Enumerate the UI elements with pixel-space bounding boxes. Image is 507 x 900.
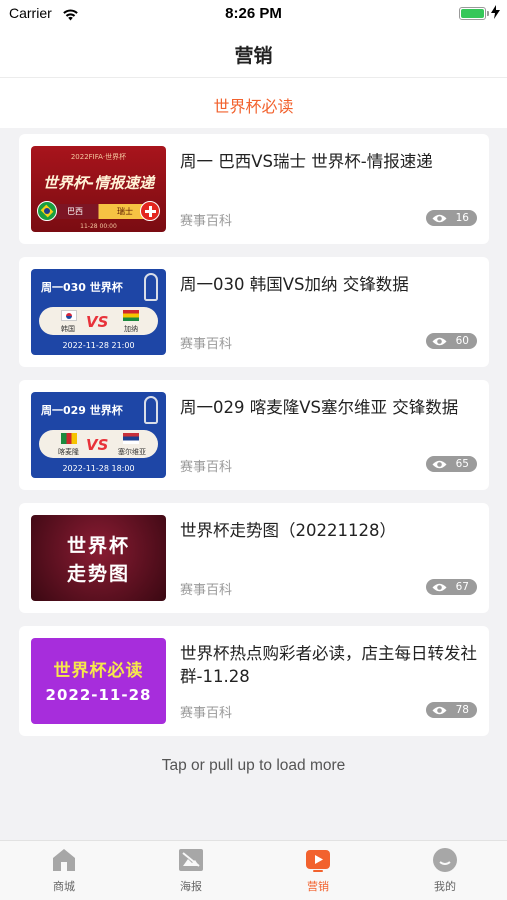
- article-title: 周一 巴西VS瑞士 世界杯-情报速递: [180, 152, 433, 171]
- tab-world-cup-reading[interactable]: 世界杯必读: [0, 93, 507, 117]
- ghana-flag-icon: [123, 310, 139, 321]
- navigation-bar: 营销: [0, 28, 507, 78]
- brazil-flag-icon: [37, 201, 57, 221]
- world-cup-trophy-icon: [144, 396, 158, 424]
- tab-label: 海报: [180, 880, 202, 893]
- eye-icon: [432, 583, 447, 592]
- thumbnail-line-2: 2022-11-28: [45, 686, 152, 704]
- thumbnail-headline: 周一030 世界杯: [41, 281, 123, 294]
- tab-profile[interactable]: 我的: [415, 847, 475, 897]
- thumbnail-line-1: 世界杯: [66, 535, 130, 557]
- thumbnail-team-b: 瑞士: [117, 207, 133, 216]
- article-card[interactable]: 2022FIFA·世界杯 世界杯-情报速递 巴西 瑞士 11-28 00:00 …: [19, 134, 489, 244]
- article-category: 赛事百科: [180, 337, 233, 352]
- view-count-badge: 60: [425, 333, 477, 349]
- tab-label: 商城: [53, 880, 75, 893]
- profile-icon: [432, 847, 458, 873]
- article-card[interactable]: 世界杯 走势图 世界杯走势图（20221128） 赛事百科 67: [19, 503, 489, 613]
- tab-label: 我的: [434, 880, 456, 893]
- article-card[interactable]: 世界杯必读 2022-11-28 世界杯热点购彩者必读，店主每日转发社群-11.…: [19, 626, 489, 736]
- article-list: 2022FIFA·世界杯 世界杯-情报速递 巴西 瑞士 11-28 00:00 …: [19, 134, 489, 749]
- marketing-play-icon: [305, 847, 331, 873]
- versus-label: VS: [86, 436, 109, 454]
- versus-label: VS: [86, 313, 109, 331]
- article-category: 赛事百科: [180, 214, 233, 229]
- load-more-text[interactable]: Tap or pull up to load more: [0, 757, 507, 775]
- view-count: 67: [455, 581, 469, 593]
- view-count-badge: 65: [425, 456, 477, 472]
- article-title: 世界杯热点购彩者必读，店主每日转发社群-11.28: [180, 644, 477, 686]
- thumbnail-top-text: 2022FIFA·世界杯: [70, 153, 127, 161]
- article-category: 赛事百科: [180, 706, 233, 721]
- article-card[interactable]: 周一030 世界杯 VS 韩国 加纳 2022-11-28 21:00 周一03…: [19, 257, 489, 367]
- status-time: 8:26 PM: [225, 5, 282, 22]
- view-count-badge: 67: [425, 579, 477, 595]
- charging-icon: [491, 5, 500, 23]
- eye-icon: [432, 337, 447, 346]
- eye-icon: [432, 214, 447, 223]
- korea-flag-icon: [61, 310, 77, 321]
- article-thumbnail: 世界杯必读 2022-11-28: [31, 638, 166, 724]
- view-count: 16: [455, 212, 469, 224]
- store-icon: [51, 847, 77, 873]
- view-count-badge: 16: [425, 210, 477, 226]
- tab-store[interactable]: 商城: [34, 847, 94, 897]
- thumbnail-team-b: 加纳: [124, 325, 138, 333]
- tab-bar: 商城 海报 营销 我的: [0, 840, 507, 900]
- poster-icon: [178, 847, 204, 873]
- article-card[interactable]: 周一029 世界杯 VS 喀麦隆 塞尔维亚 2022-11-28 18:00 周…: [19, 380, 489, 490]
- cameroon-flag-icon: [61, 433, 77, 444]
- thumbnail-date: 2022-11-28 21:00: [62, 341, 135, 350]
- article-thumbnail: 周一030 世界杯 VS 韩国 加纳 2022-11-28 21:00: [31, 269, 166, 355]
- view-count: 65: [455, 458, 469, 470]
- eye-icon: [432, 460, 447, 469]
- thumbnail-team-a: 喀麦隆: [58, 448, 79, 456]
- tab-label: 营销: [307, 880, 329, 893]
- article-category: 赛事百科: [180, 460, 233, 475]
- page-title: 营销: [234, 45, 273, 67]
- article-thumbnail: 周一029 世界杯 VS 喀麦隆 塞尔维亚 2022-11-28 18:00: [31, 392, 166, 478]
- article-title: 周一029 喀麦隆VS塞尔维亚 交锋数据: [180, 398, 459, 417]
- view-count: 78: [455, 704, 469, 716]
- status-bar: Carrier 8:26 PM: [0, 0, 507, 28]
- tab-marketing[interactable]: 营销: [288, 847, 348, 897]
- switzerland-flag-icon: [140, 201, 160, 221]
- article-thumbnail: 世界杯 走势图: [31, 515, 166, 601]
- article-title: 世界杯走势图（20221128）: [180, 521, 396, 540]
- battery-icon: [459, 7, 489, 20]
- thumbnail-date: 2022-11-28 18:00: [62, 464, 135, 473]
- view-count: 60: [455, 335, 469, 347]
- thumbnail-line-1: 世界杯必读: [53, 661, 144, 681]
- eye-icon: [432, 706, 447, 715]
- thumbnail-line-2: 走势图: [66, 563, 130, 585]
- thumbnail-headline: 周一029 世界杯: [41, 404, 123, 417]
- thumbnail-match-time: 11-28 00:00: [80, 223, 117, 230]
- article-thumbnail: 2022FIFA·世界杯 世界杯-情报速递 巴西 瑞士 11-28 00:00: [31, 146, 166, 232]
- world-cup-trophy-icon: [144, 273, 158, 301]
- article-title: 周一030 韩国VS加纳 交锋数据: [180, 275, 409, 294]
- thumbnail-team-b: 塞尔维亚: [118, 448, 146, 456]
- serbia-flag-icon: [123, 433, 139, 444]
- thumbnail-headline: 世界杯-情报速递: [42, 174, 155, 192]
- article-category: 赛事百科: [180, 583, 233, 598]
- tab-poster[interactable]: 海报: [161, 847, 221, 897]
- thumbnail-team-a: 韩国: [61, 325, 75, 333]
- thumbnail-team-a: 巴西: [67, 207, 83, 216]
- category-bar: 世界杯必读: [0, 78, 507, 128]
- view-count-badge: 78: [425, 702, 477, 718]
